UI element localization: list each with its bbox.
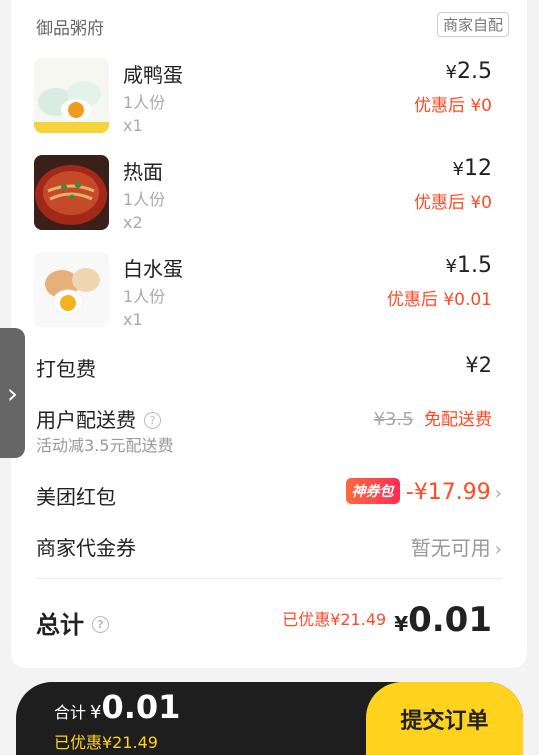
boiled-egg-image bbox=[34, 252, 109, 327]
red-packet-value: -¥17.99 bbox=[405, 480, 491, 505]
merchant-voucher-value: 暂无可用 bbox=[410, 536, 491, 560]
item-quantity: x2 bbox=[123, 213, 143, 232]
order-card: 御品粥府 商家自配 咸鸭蛋 1人份 x1 ¥2.5 优惠后 ¥0 热面 1人份 … bbox=[11, 0, 527, 668]
bar-sum: 合计 ¥0.01 bbox=[54, 688, 180, 726]
delivery-fee-values: ¥3.5 免配送费 bbox=[374, 405, 492, 430]
bar-saved-amount: 已优惠¥21.49 bbox=[54, 733, 158, 752]
item-name: 白水蛋 bbox=[123, 257, 183, 281]
item-price: ¥1.5 bbox=[445, 253, 492, 278]
delivery-fee-label: 用户配送费 bbox=[36, 408, 136, 432]
total-currency: ¥ bbox=[394, 612, 409, 636]
merchant-voucher-selector[interactable]: 暂无可用 › bbox=[411, 532, 502, 561]
red-packet-selector[interactable]: 神券包 -¥17.99 › bbox=[345, 478, 502, 505]
help-icon[interactable]: ? bbox=[144, 412, 161, 429]
packing-fee-label: 打包费 bbox=[36, 357, 96, 381]
divider bbox=[36, 578, 502, 579]
total-label: 总计 bbox=[36, 611, 84, 639]
red-packet-label: 美团红包 bbox=[36, 485, 116, 509]
total-values: 已优惠¥21.49 ¥0.01 bbox=[282, 600, 492, 640]
item-discount-price: 优惠后 ¥0 bbox=[413, 96, 492, 116]
item-quantity: x1 bbox=[123, 310, 143, 329]
hot-noodles-image bbox=[34, 155, 109, 230]
chevron-right-icon: › bbox=[494, 539, 502, 560]
salted-duck-egg-image bbox=[34, 58, 109, 133]
shop-name: 御品粥府 bbox=[36, 19, 104, 39]
item-price: ¥2.5 bbox=[445, 59, 492, 84]
total-amount: 0.01 bbox=[408, 600, 492, 640]
free-delivery-text: 免配送费 bbox=[424, 410, 492, 430]
chevron-right-icon: › bbox=[494, 483, 502, 504]
sum-label: 合计 bbox=[54, 703, 87, 722]
item-portion: 1人份 bbox=[123, 93, 166, 112]
order-item: 白水蛋 1人份 x1 ¥1.5 优惠后 ¥0.01 bbox=[11, 252, 527, 342]
checkout-bar: 合计 ¥0.01 已优惠¥21.49 提交订单 bbox=[16, 682, 523, 755]
item-quantity: x1 bbox=[123, 116, 143, 135]
total-row: 总计? bbox=[36, 605, 109, 640]
item-price: ¥12 bbox=[452, 156, 492, 181]
submit-order-button[interactable]: 提交订单 bbox=[366, 682, 523, 755]
item-name: 咸鸭蛋 bbox=[123, 63, 183, 87]
original-delivery-fee: ¥3.5 bbox=[373, 409, 414, 430]
item-name: 热面 bbox=[123, 160, 163, 184]
total-saved: 已优惠¥21.49 bbox=[282, 610, 387, 629]
chevron-right-icon: › bbox=[6, 376, 19, 410]
order-item: 热面 1人份 x2 ¥12 优惠后 ¥0 bbox=[11, 155, 527, 245]
item-portion: 1人份 bbox=[123, 190, 166, 209]
delivery-fee-subtext: 活动减3.5元配送费 bbox=[36, 436, 174, 455]
delivery-tag: 商家自配 bbox=[436, 12, 509, 37]
coupon-pack-badge: 神券包 bbox=[345, 478, 400, 504]
sum-amount: 0.01 bbox=[101, 688, 181, 726]
order-item: 咸鸭蛋 1人份 x1 ¥2.5 优惠后 ¥0 bbox=[11, 58, 527, 148]
item-portion: 1人份 bbox=[123, 287, 166, 306]
sum-currency: ¥ bbox=[90, 702, 102, 723]
item-discount-price: 优惠后 ¥0 bbox=[413, 193, 492, 213]
side-expand-tab[interactable]: › bbox=[0, 328, 25, 458]
item-discount-price: 优惠后 ¥0.01 bbox=[386, 290, 492, 310]
packing-fee-value: ¥2 bbox=[465, 353, 492, 377]
delivery-fee-row: 用户配送费? bbox=[36, 404, 161, 433]
merchant-voucher-label: 商家代金券 bbox=[36, 536, 136, 560]
help-icon[interactable]: ? bbox=[92, 616, 109, 633]
